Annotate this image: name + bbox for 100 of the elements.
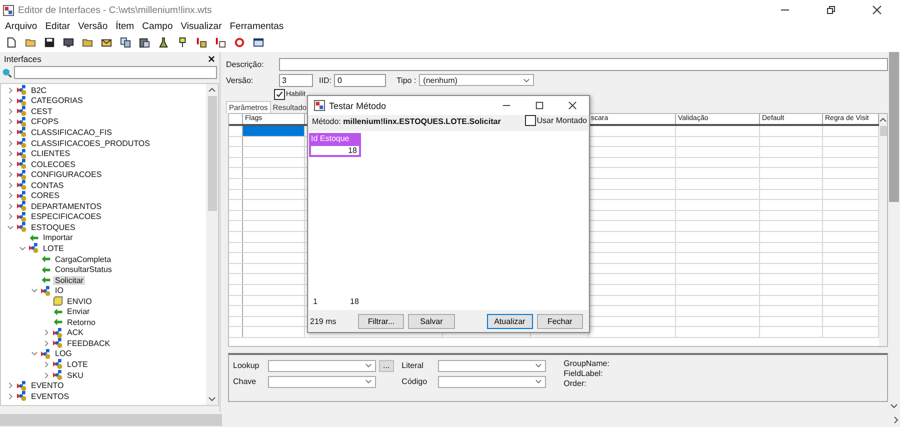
expand-chevron-icon[interactable] <box>6 182 14 189</box>
table-cell[interactable] <box>243 126 305 136</box>
tree-item[interactable]: CONTAS <box>29 180 66 190</box>
tree-item[interactable]: ESPECIFICACOES <box>29 212 104 222</box>
scroll-up-icon[interactable] <box>208 86 216 94</box>
scrollbar-thumb[interactable] <box>880 126 886 136</box>
dialog-button[interactable]: Atualizar <box>486 314 533 328</box>
collapse-chevron-icon[interactable] <box>18 244 26 252</box>
expand-chevron-icon[interactable] <box>6 86 14 94</box>
expand-chevron-icon[interactable] <box>6 202 14 210</box>
tree-item[interactable]: ESTOQUES <box>29 222 78 232</box>
tree-item[interactable]: CATEGORIAS <box>29 96 85 106</box>
checkbox[interactable] <box>524 115 536 126</box>
browse-button[interactable]: ... <box>379 360 394 372</box>
expand-chevron-icon[interactable] <box>6 171 14 178</box>
tree-item[interactable]: LOTE <box>41 244 66 253</box>
tree-item[interactable]: EVENTO <box>29 381 66 390</box>
scroll-up-icon[interactable] <box>879 116 887 124</box>
field-icon[interactable] <box>196 37 207 48</box>
tree-item[interactable]: ACK <box>65 328 86 338</box>
tree-item[interactable]: SKU <box>65 370 86 380</box>
collapse-chevron-icon[interactable] <box>30 350 38 358</box>
refresh-icon[interactable] <box>234 37 245 48</box>
close-panel-button[interactable]: × <box>208 53 215 65</box>
expand-chevron-icon[interactable] <box>6 150 14 158</box>
restore-icon[interactable] <box>826 5 836 15</box>
field-icon[interactable] <box>215 37 226 48</box>
pin-icon[interactable] <box>177 37 188 48</box>
menu-item[interactable]: Arquivo <box>5 21 38 32</box>
window-icon[interactable] <box>253 37 264 48</box>
menu-item[interactable]: Editar <box>45 21 70 32</box>
tree-item[interactable]: COLECOES <box>29 160 78 169</box>
tree-item[interactable]: FEEDBACK <box>65 338 112 348</box>
dialog-button[interactable]: Filtrar... <box>358 314 404 328</box>
scrollbar-thumb[interactable] <box>208 96 216 211</box>
tree-item[interactable]: CORES <box>29 191 62 200</box>
scroll-down-icon[interactable] <box>208 395 216 403</box>
menu-item[interactable]: Campo <box>142 21 173 32</box>
paste-icon[interactable] <box>139 37 150 48</box>
scroll-down-icon[interactable] <box>890 402 898 410</box>
scroll-right-icon[interactable] <box>892 416 900 424</box>
maximize-icon[interactable] <box>535 101 544 110</box>
tree-item[interactable]: CEST <box>29 106 54 116</box>
scrollbar-thumb[interactable] <box>0 414 222 426</box>
expand-chevron-icon[interactable] <box>42 340 50 347</box>
expand-chevron-icon[interactable] <box>6 108 14 115</box>
expand-chevron-icon[interactable] <box>42 372 50 379</box>
expand-chevron-icon[interactable] <box>6 382 14 390</box>
scrollbar-thumb[interactable] <box>889 52 899 202</box>
iid-field[interactable]: 0 <box>334 74 386 86</box>
tree-item[interactable]: B2C <box>29 86 49 95</box>
tree-item[interactable]: CLASSIFICACOES_PRODUTOS <box>29 138 152 148</box>
menu-item[interactable]: Visualizar <box>180 21 222 32</box>
tree-item[interactable]: DEPARTAMENTOS <box>29 202 104 211</box>
tree-item[interactable]: CONFIGURACOES <box>29 170 104 180</box>
tree-item[interactable]: Retorno <box>65 318 98 327</box>
collapse-chevron-icon[interactable] <box>30 287 38 294</box>
monitor-icon[interactable] <box>63 37 74 48</box>
expand-chevron-icon[interactable] <box>6 97 14 104</box>
expand-chevron-icon[interactable] <box>42 329 50 336</box>
dialog-button[interactable]: Salvar <box>408 314 455 328</box>
lookup-dropdown[interactable] <box>268 360 376 372</box>
tree-item[interactable]: ENVIO <box>65 296 94 306</box>
new-file-icon[interactable] <box>6 37 17 48</box>
expand-chevron-icon[interactable] <box>6 192 14 200</box>
description-field[interactable] <box>279 58 888 70</box>
tree-item[interactable]: CFOPS <box>29 117 61 126</box>
tree-item[interactable]: EVENTOS <box>29 392 72 401</box>
expand-chevron-icon[interactable] <box>6 392 14 400</box>
tree-item[interactable]: CargaCompleta <box>53 254 114 264</box>
expand-chevron-icon[interactable] <box>6 128 14 136</box>
tree-item[interactable]: Solicitar <box>53 276 86 285</box>
tree-item[interactable]: Enviar <box>65 307 92 316</box>
copy-icon[interactable] <box>120 37 131 48</box>
collapse-chevron-icon[interactable] <box>6 224 14 231</box>
tree-item[interactable]: Importar <box>41 233 75 242</box>
expand-chevron-icon[interactable] <box>6 140 14 146</box>
expand-chevron-icon[interactable] <box>6 118 14 126</box>
flask-icon[interactable] <box>158 37 169 48</box>
version-field[interactable]: 3 <box>279 74 313 86</box>
chave-dropdown[interactable] <box>268 376 376 388</box>
tree-item[interactable]: LOG <box>53 349 74 358</box>
expand-chevron-icon[interactable] <box>42 360 50 368</box>
open-folder-icon[interactable] <box>25 37 36 48</box>
search-field[interactable] <box>14 66 217 79</box>
dialog-button[interactable]: Fechar <box>536 314 584 328</box>
expand-chevron-icon[interactable] <box>6 213 14 220</box>
tree-item[interactable]: LOTE <box>65 360 90 369</box>
value-field[interactable]: 18 <box>309 144 361 157</box>
save-icon[interactable] <box>44 37 55 48</box>
tipo-dropdown[interactable]: (nenhum) <box>419 74 534 86</box>
codigo-dropdown[interactable] <box>438 376 546 388</box>
close-icon[interactable] <box>568 101 577 110</box>
expand-chevron-icon[interactable] <box>6 160 14 168</box>
checkbox[interactable] <box>274 88 285 100</box>
tree-item[interactable]: ConsultarStatus <box>53 265 114 274</box>
menu-item[interactable]: Versão <box>78 21 108 32</box>
menu-item[interactable]: Ferramentas <box>230 21 284 32</box>
menu-item[interactable]: Ítem <box>116 21 134 32</box>
literal-dropdown[interactable] <box>438 360 546 372</box>
